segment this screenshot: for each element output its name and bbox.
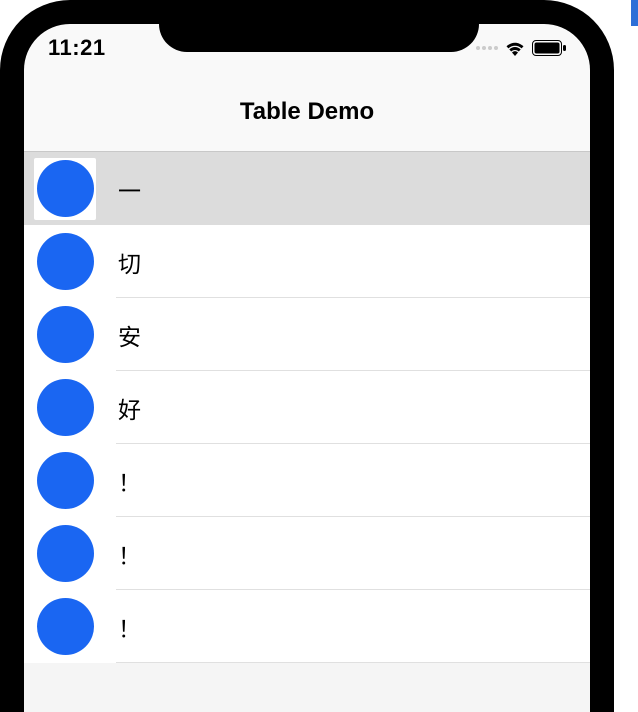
row-label: 安: [118, 318, 590, 352]
row-label: ！: [118, 537, 590, 571]
circle-icon: [37, 452, 94, 509]
row-icon-wrap: [34, 304, 96, 366]
circle-icon: [37, 233, 94, 290]
screen: 11:21 Table Demo: [24, 24, 590, 712]
table-row[interactable]: 好: [24, 371, 590, 444]
status-time: 11:21: [48, 35, 106, 61]
table-row[interactable]: ！: [24, 444, 590, 517]
status-icons: [476, 39, 566, 57]
row-icon-wrap: [34, 231, 96, 293]
table-row[interactable]: 切: [24, 225, 590, 298]
battery-icon: [532, 40, 566, 56]
row-icon-wrap: [34, 450, 96, 512]
nav-title: Table Demo: [240, 98, 374, 126]
table-row[interactable]: ！: [24, 590, 590, 663]
row-label: ！: [118, 610, 590, 644]
row-icon-wrap: [34, 158, 96, 220]
right-edge: [614, 0, 638, 712]
circle-icon: [37, 379, 94, 436]
device-frame: 11:21 Table Demo: [0, 0, 638, 712]
wifi-icon: [504, 39, 526, 57]
row-icon-wrap: [34, 377, 96, 439]
cellular-dots-icon: [476, 46, 498, 50]
row-icon-wrap: [34, 596, 96, 658]
table-row[interactable]: 安: [24, 298, 590, 371]
row-label: 好: [118, 391, 590, 425]
row-label: ！: [118, 464, 590, 498]
table[interactable]: 一 切 安 好: [24, 152, 590, 663]
circle-icon: [37, 525, 94, 582]
row-separator: [116, 662, 590, 663]
nav-bar: Table Demo: [24, 72, 590, 152]
table-row[interactable]: ！: [24, 517, 590, 590]
row-label: 一: [118, 172, 590, 206]
table-row[interactable]: 一: [24, 152, 590, 225]
row-icon-wrap: [34, 523, 96, 585]
row-label: 切: [118, 245, 590, 279]
notch: [159, 0, 479, 52]
circle-icon: [37, 306, 94, 363]
circle-icon: [37, 598, 94, 655]
circle-icon: [37, 160, 94, 217]
right-edge-hint: [631, 0, 638, 26]
